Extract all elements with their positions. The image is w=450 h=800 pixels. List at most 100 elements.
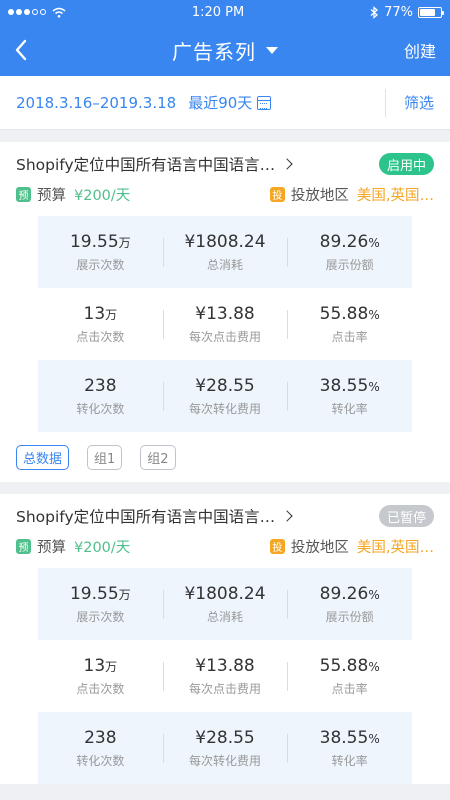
- metric-cell: ¥1808.24 总消耗: [162, 231, 288, 273]
- calendar-icon[interactable]: [257, 95, 272, 110]
- page-title-dropdown[interactable]: 广告系列: [172, 36, 278, 65]
- status-time: 1:20 PM: [191, 4, 245, 20]
- metric-cell: 19.55万 展示次数: [38, 232, 163, 273]
- divider: [384, 88, 386, 117]
- metric-value: 13: [83, 655, 106, 676]
- group-tab-total[interactable]: 总数据: [16, 444, 70, 470]
- metric-label: 每次点击费用: [189, 681, 262, 696]
- budget-label: 预算: [37, 539, 66, 556]
- campaign-name[interactable]: Shopify定位中国所有语言中国语言…: [16, 153, 275, 175]
- battery-percent: 77%: [384, 4, 413, 20]
- metric-label: 转化率: [331, 753, 368, 768]
- metric-label: 每次转化费用: [189, 753, 262, 768]
- campaign-header[interactable]: Shopify定位中国所有语言中国语言… 启用中: [16, 142, 434, 178]
- geo-icon: 投: [269, 186, 285, 202]
- metric-unit: %: [368, 235, 380, 250]
- filter-bar: 2018.3.16–2019.3.18 最近90天 筛选: [0, 76, 450, 130]
- metric-unit: 万: [105, 307, 118, 322]
- geo-icon: 投: [269, 538, 285, 554]
- geo-label: 投放地区: [290, 187, 349, 204]
- page-title: 广告系列: [172, 39, 256, 64]
- metric-label: 点击次数: [76, 681, 125, 696]
- wifi-icon: [52, 7, 66, 18]
- metrics-grid: 19.55万 展示次数 ¥1808.24 总消耗 89.26% 展示份额 13万 点击次数 ¥1…: [38, 568, 412, 784]
- metric-label: 点击次数: [76, 329, 125, 344]
- metric-label: 展示份额: [325, 257, 374, 272]
- metric-label: 总消耗: [207, 257, 244, 272]
- metric-cell: 38.55% 转化率: [287, 376, 412, 417]
- metric-value: ¥1808.24: [184, 583, 266, 604]
- status-bar: 1:20 PM 77%: [0, 0, 450, 24]
- campaign-card: Shopify定位中国所有语言中国语言… 启用中 预 预算 ¥200/天 投 投…: [0, 142, 450, 482]
- budget-icon: 预: [16, 538, 31, 554]
- metric-cell: 13万点击次数: [38, 656, 163, 697]
- metric-cell: 19.55万展示次数: [38, 584, 163, 625]
- budget-row: 预 预算 ¥200/天 投 投放地区 美国,英国…: [16, 178, 434, 210]
- metric-value: ¥28.55: [195, 727, 255, 748]
- battery-icon: [417, 6, 444, 18]
- metric-label: 展示次数: [76, 257, 125, 272]
- geo-label: 投放地区: [290, 539, 349, 556]
- budget-label: 预算: [37, 187, 66, 204]
- create-button[interactable]: 创建: [404, 38, 436, 62]
- metric-label: 转化次数: [76, 753, 125, 768]
- budget-icon: 预: [16, 186, 31, 202]
- navbar: 广告系列 创建: [0, 24, 450, 76]
- metric-label: 总消耗: [207, 609, 244, 624]
- chevron-right-icon: [281, 158, 293, 170]
- bluetooth-icon: [370, 5, 379, 19]
- metric-cell: 89.26% 展示份额: [287, 232, 412, 273]
- metric-label: 展示次数: [76, 609, 125, 624]
- signal-icon: [8, 9, 46, 15]
- group-tab-2[interactable]: 组2: [140, 444, 176, 470]
- metrics-grid: 19.55万 展示次数 ¥1808.24 总消耗 89.26% 展示份额 13万 点击次数 ¥1…: [38, 216, 412, 432]
- filter-button[interactable]: 筛选: [404, 92, 434, 113]
- campaign-name[interactable]: Shopify定位中国所有语言中国语言…: [16, 505, 275, 527]
- metric-cell: 55.88% 点击率: [287, 304, 412, 345]
- metric-label: 每次转化费用: [189, 401, 262, 416]
- metric-value: ¥1808.24: [184, 231, 266, 252]
- campaign-header[interactable]: Shopify定位中国所有语言中国语言… 已暂停: [16, 494, 434, 530]
- status-badge[interactable]: 已暂停: [378, 505, 434, 527]
- budget-row: 预 预算 ¥200/天 投 投放地区 美国,英国…: [16, 530, 434, 562]
- date-range[interactable]: 2018.3.16–2019.3.18: [16, 94, 176, 112]
- metric-cell: 238 转化次数: [38, 376, 163, 417]
- chevron-right-icon: [281, 510, 293, 522]
- metric-cell: ¥1808.24 总消耗: [162, 583, 288, 625]
- metric-cell: ¥28.55 每次转化费用: [162, 727, 288, 769]
- metric-unit: %: [368, 307, 380, 322]
- group-tabs: 总数据 组1 组2: [16, 432, 434, 482]
- metric-value: 55.88: [319, 655, 369, 676]
- metric-row: 19.55万展示次数 ¥1808.24 总消耗 89.26% 展示份额: [38, 568, 412, 640]
- metric-value: 89.26: [319, 583, 369, 604]
- metric-value: 238: [84, 375, 117, 396]
- metric-value: 19.55: [69, 583, 119, 604]
- metric-cell: 238 转化次数: [38, 728, 163, 769]
- metric-unit: %: [368, 379, 380, 394]
- metric-value: 89.26: [319, 231, 369, 252]
- metric-label: 点击率: [331, 329, 368, 344]
- metric-unit: %: [368, 731, 380, 746]
- metric-unit: %: [368, 587, 380, 602]
- metric-value: 13: [83, 303, 106, 324]
- metric-unit: 万: [118, 587, 131, 602]
- metric-cell: ¥13.88 每次点击费用: [162, 304, 288, 345]
- budget-value: ¥200/天: [74, 187, 131, 204]
- metric-value: 38.55: [319, 375, 369, 396]
- recent-range-selector[interactable]: 最近90天: [188, 92, 252, 113]
- budget-value: ¥200/天: [74, 539, 131, 556]
- metric-unit: 万: [118, 235, 131, 250]
- header: 1:20 PM 77% 广告系列 创建: [0, 0, 450, 76]
- metric-row: 13万 点击次数 ¥13.88 每次点击费用 55.88% 点击率: [38, 288, 412, 360]
- status-badge[interactable]: 启用中: [378, 153, 434, 175]
- metric-unit: 万: [105, 659, 118, 674]
- metric-label: 每次点击费用: [189, 329, 262, 344]
- metric-cell: ¥13.88 每次点击费用: [162, 656, 288, 697]
- metric-cell: 89.26% 展示份额: [287, 584, 412, 625]
- group-tab-1[interactable]: 组1: [87, 444, 123, 470]
- back-icon[interactable]: [14, 39, 28, 61]
- campaign-card: Shopify定位中国所有语言中国语言… 已暂停 预 预算 ¥200/天 投 投…: [0, 494, 450, 784]
- metric-value: 55.88: [319, 303, 369, 324]
